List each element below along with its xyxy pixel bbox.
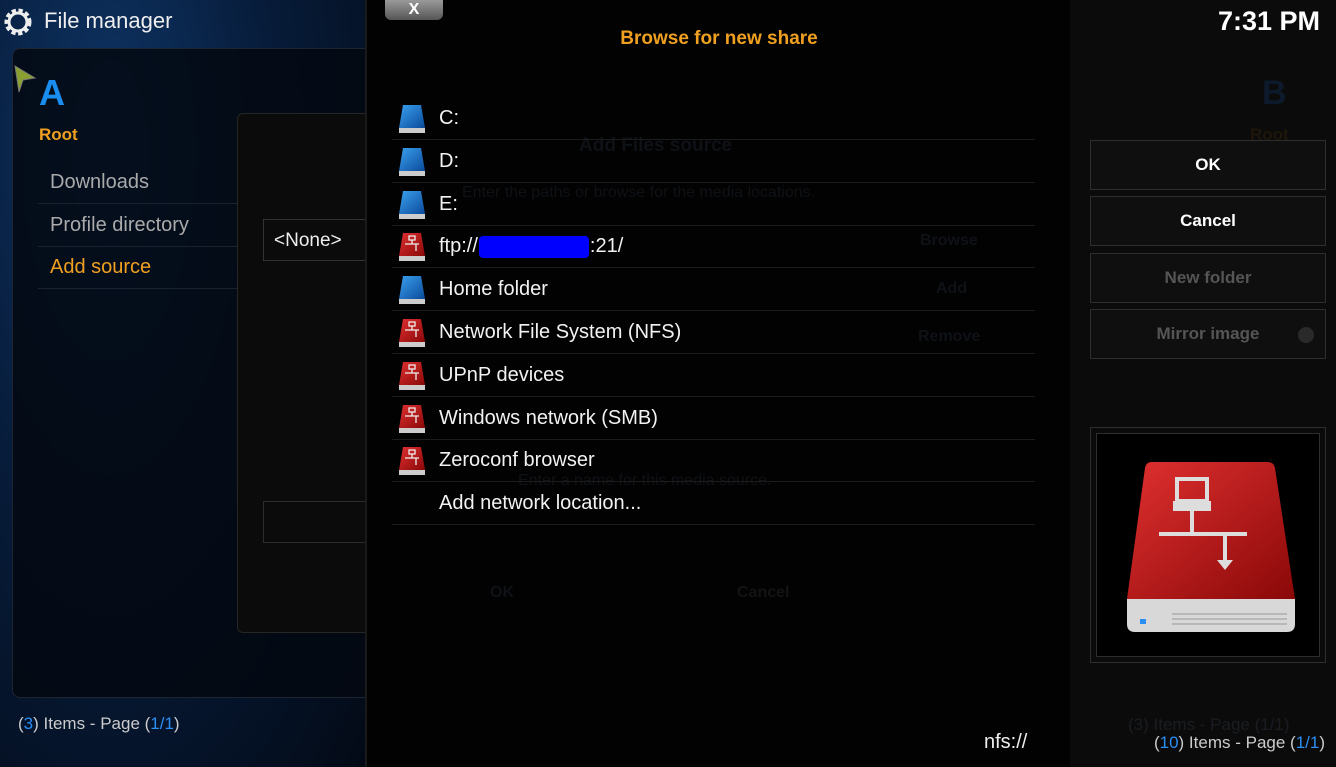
item-label: Network File System (NFS) xyxy=(439,321,682,343)
browse-list-item[interactable]: ftp://:21/ xyxy=(392,225,1035,269)
item-label: Zeroconf browser xyxy=(439,449,595,472)
bg-ok-button: OK xyxy=(490,584,514,601)
network-drive-icon xyxy=(397,232,427,262)
browse-list-item[interactable]: Zeroconf browser xyxy=(392,439,1035,483)
pane-label-b: B xyxy=(1262,74,1287,112)
drive-icon xyxy=(397,104,427,134)
browse-list-item[interactable]: UPnP devices xyxy=(392,354,1035,397)
item-label: Windows network (SMB) xyxy=(439,406,658,429)
preview-thumbnail xyxy=(1090,427,1326,663)
close-button[interactable]: X xyxy=(385,0,443,20)
right-bg-footer: (3) Items - Page (1/1) xyxy=(1128,715,1290,734)
network-drive-icon xyxy=(1127,462,1295,632)
browse-list-item[interactable]: C: xyxy=(392,97,1035,140)
browse-list-item[interactable]: D: xyxy=(392,140,1035,183)
name-field[interactable] xyxy=(263,501,365,543)
gear-icon xyxy=(4,8,32,36)
network-drive-icon xyxy=(397,446,427,476)
network-drive-icon xyxy=(397,404,427,434)
new-folder-button[interactable]: New folder xyxy=(1090,253,1326,303)
item-label: D: xyxy=(439,149,459,172)
current-path: nfs:// xyxy=(984,731,1028,753)
clock: 7:31 PM xyxy=(1217,6,1320,36)
browse-list-item[interactable]: Network File System (NFS) xyxy=(392,311,1035,354)
browse-list-item[interactable]: Add network location... xyxy=(392,482,1035,526)
mirror-image-toggle[interactable] xyxy=(1298,327,1314,343)
drive-icon xyxy=(397,190,427,220)
app-title: File manager xyxy=(44,8,173,33)
item-label: ftp://:21/ xyxy=(439,235,624,259)
mirror-image-button[interactable]: Mirror image xyxy=(1090,309,1326,359)
list-item-profile-directory[interactable]: Profile directory xyxy=(38,204,238,247)
item-label: Home folder xyxy=(439,278,548,301)
network-drive-icon xyxy=(397,361,427,391)
pane-path: Root xyxy=(39,125,78,144)
item-label: UPnP devices xyxy=(439,363,565,386)
mouse-pointer-icon xyxy=(14,65,37,93)
add-source-dialog xyxy=(237,113,365,633)
left-footer: (3) Items - Page (1/1) xyxy=(18,714,180,733)
browse-list-item[interactable]: E: xyxy=(392,183,1035,226)
browse-list-item[interactable]: Windows network (SMB) xyxy=(392,397,1035,440)
item-label: E: xyxy=(439,192,458,215)
browse-footer: (10) Items - Page (1/1) xyxy=(1153,733,1325,752)
list-item-downloads[interactable]: Downloads xyxy=(38,161,238,204)
bg-cancel-button: Cancel xyxy=(737,584,790,601)
item-label: Add network location... xyxy=(439,492,642,515)
redaction-mark xyxy=(478,236,589,259)
path-field[interactable]: <None> xyxy=(263,219,365,261)
ok-button[interactable]: OK xyxy=(1090,140,1326,190)
dialog-title: Browse for new share xyxy=(620,28,818,49)
item-label: C: xyxy=(439,107,459,129)
drive-icon xyxy=(397,275,427,305)
cancel-button[interactable]: Cancel xyxy=(1090,196,1326,246)
pane-label-a: A xyxy=(39,72,65,113)
drive-icon xyxy=(397,147,427,177)
list-item-add-source[interactable]: Add source xyxy=(38,246,238,289)
network-drive-icon xyxy=(397,318,427,348)
browse-list-item[interactable]: Home folder xyxy=(392,268,1035,312)
